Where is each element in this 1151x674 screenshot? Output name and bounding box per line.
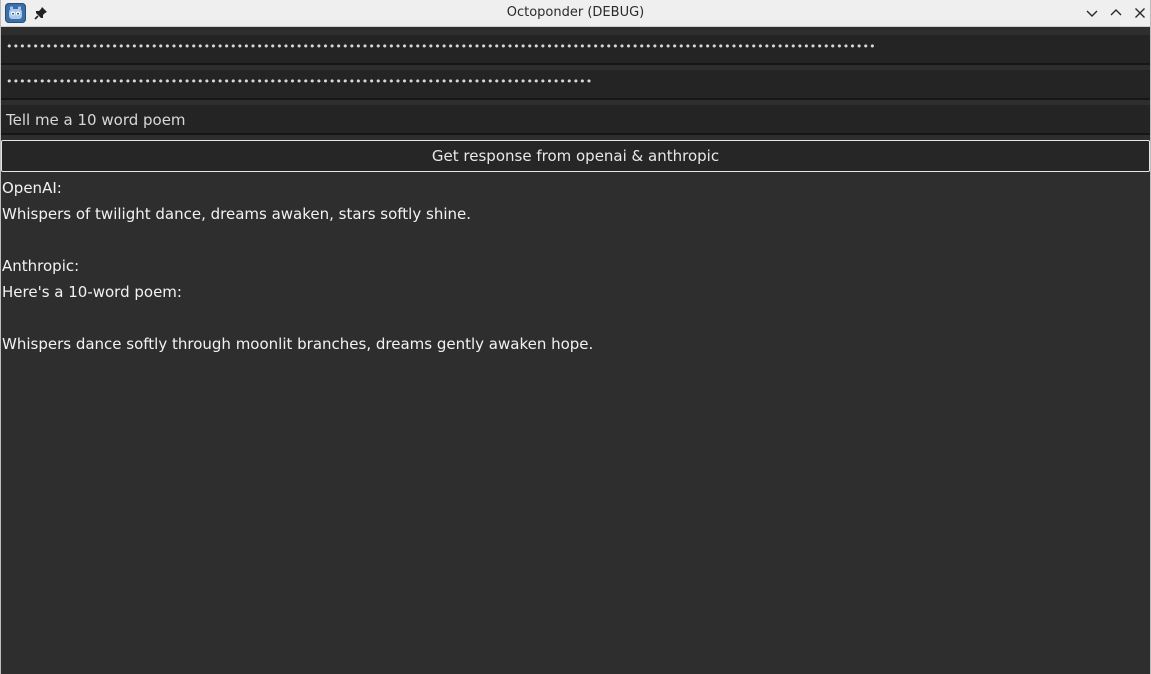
window-title: Octoponder (DEBUG) <box>506 5 645 20</box>
get-response-button[interactable]: Get response from openai & anthropic <box>1 140 1150 172</box>
prompt-input[interactable]: Tell me a 10 word poem <box>1 105 1150 135</box>
prompt-input-value: Tell me a 10 word poem <box>6 111 186 129</box>
openai-response: Whispers of twilight dance, dreams awake… <box>2 205 471 223</box>
anthropic-heading: Anthropic: <box>2 257 80 275</box>
title-bar[interactable]: Octoponder (DEBUG) <box>1 0 1150 27</box>
openai-api-key-masked-value: ••••••••••••••••••••••••••••••••••••••••… <box>6 40 876 53</box>
anthropic-response: Whispers dance softly through moonlit br… <box>2 335 594 353</box>
response-output: OpenAI: Whispers of twilight dance, drea… <box>2 175 1142 357</box>
close-icon[interactable] <box>1132 5 1148 21</box>
anthropic-api-key-masked-value: ••••••••••••••••••••••••••••••••••••••••… <box>6 75 593 88</box>
chevron-up-icon[interactable] <box>1108 5 1124 21</box>
anthropic-api-key-field[interactable]: ••••••••••••••••••••••••••••••••••••••••… <box>1 70 1150 100</box>
anthropic-intro: Here's a 10-word poem: <box>2 283 182 301</box>
openai-heading: OpenAI: <box>2 179 62 197</box>
openai-api-key-field[interactable]: ••••••••••••••••••••••••••••••••••••••••… <box>1 35 1150 65</box>
chevron-down-icon[interactable] <box>1084 5 1100 21</box>
app-window: Octoponder (DEBUG) •••••••••••••••••••••… <box>0 0 1151 674</box>
